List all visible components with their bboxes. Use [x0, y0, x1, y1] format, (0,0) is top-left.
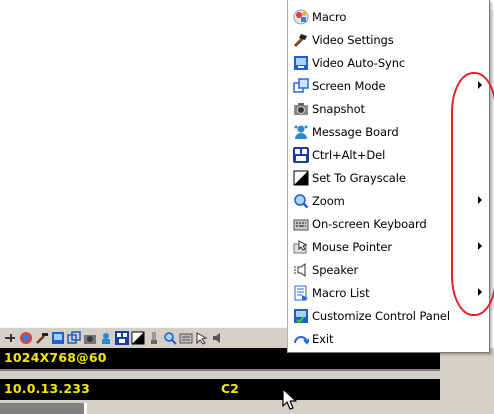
- window-frame: [440, 348, 494, 400]
- macro-list-icon: [292, 284, 310, 302]
- video-autosync-icon: [292, 54, 310, 72]
- menu-item-customize-control-panel[interactable]: Customize Control Panel: [290, 304, 488, 327]
- ctrl-alt-del-icon[interactable]: [115, 331, 129, 345]
- bottom-strip: [0, 400, 494, 414]
- usb-icon[interactable]: [147, 331, 161, 345]
- speaker-icon[interactable]: [211, 331, 225, 345]
- macro-icon[interactable]: [19, 331, 33, 345]
- screen-mode-icon[interactable]: [67, 331, 81, 345]
- speaker-icon: [292, 261, 310, 279]
- mouse-pointer-icon: [292, 238, 310, 256]
- snapshot-icon[interactable]: [83, 331, 97, 345]
- pin-icon[interactable]: [3, 331, 17, 345]
- toolbar-background: [0, 308, 287, 327]
- message-board-icon: [292, 123, 310, 141]
- video-autosync-icon[interactable]: [51, 331, 65, 345]
- highlight-annotation: [451, 72, 494, 316]
- ip-address-text: 10.0.13.233: [4, 381, 91, 396]
- zoom-icon: [292, 192, 310, 210]
- cursor-icon: [282, 388, 297, 410]
- kvm-viewer: 1024X768@60 10.0.13.233 C2 Macro Video S…: [0, 0, 494, 414]
- exit-icon: [292, 330, 310, 348]
- port-id-text: C2: [221, 381, 239, 396]
- menu-item-exit[interactable]: Exit: [290, 327, 488, 350]
- mouse-pointer-icon[interactable]: [195, 331, 209, 345]
- menu-item-video-settings[interactable]: Video Settings: [290, 28, 488, 51]
- connection-bar: 10.0.13.233 C2: [0, 379, 440, 400]
- macro-icon: [292, 8, 310, 26]
- video-settings-icon[interactable]: [35, 331, 49, 345]
- customize-panel-icon: [292, 307, 310, 325]
- video-settings-icon: [292, 31, 310, 49]
- control-panel-toolbar: [0, 327, 300, 349]
- resolution-text: 1024X768@60: [4, 350, 107, 365]
- keyboard-icon[interactable]: [179, 331, 193, 345]
- ctrl-alt-del-icon: [292, 146, 310, 164]
- menu-item-macro[interactable]: Macro: [290, 5, 488, 28]
- zoom-icon[interactable]: [163, 331, 177, 345]
- message-board-icon[interactable]: [99, 331, 113, 345]
- menu-item-video-autosync[interactable]: Video Auto-Sync: [290, 51, 488, 74]
- grayscale-icon[interactable]: [131, 331, 145, 345]
- keyboard-icon: [292, 215, 310, 233]
- grayscale-icon: [292, 169, 310, 187]
- screen-mode-icon: [292, 77, 310, 95]
- bar-divider: [0, 369, 440, 379]
- snapshot-icon: [292, 100, 310, 118]
